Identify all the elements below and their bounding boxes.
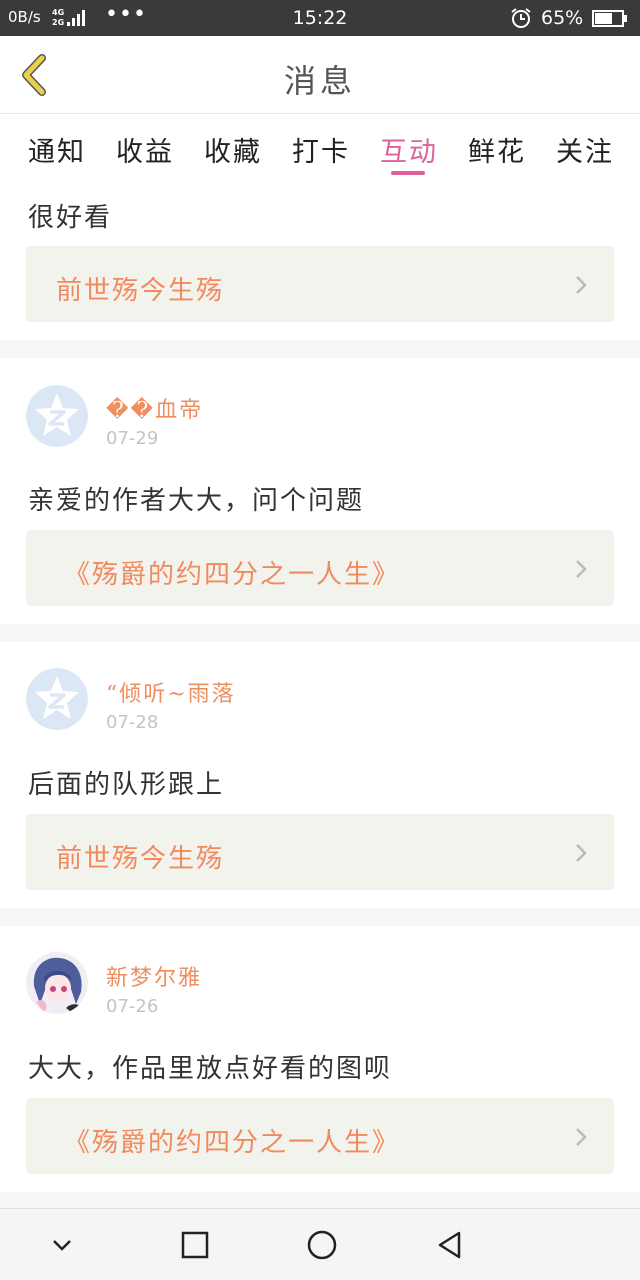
tab-favorites[interactable]: 收藏	[204, 130, 262, 169]
tab-notifications[interactable]: 通知	[28, 130, 86, 169]
work-link[interactable]: 《殇爵的约四分之一人生》	[26, 530, 614, 606]
feed-item: “倾听~雨落 07-28 后面的队形跟上 前世殇今生殇	[0, 642, 640, 908]
username[interactable]: “倾听~雨落	[106, 676, 236, 708]
comment-text: 后面的队形跟上	[28, 770, 225, 800]
comment-text: 亲爱的作者大大，问个问题	[28, 486, 365, 516]
triangle-back-icon[interactable]	[432, 1227, 468, 1263]
username[interactable]: 新梦尔雅	[106, 960, 202, 992]
tab-bar: 通知 收益 收藏 打卡 互动 鲜花 关注	[0, 114, 640, 180]
feed-item: 新梦尔雅 07-26 大大，作品里放点好看的图呗 《殇爵的约四分之一人生》	[0, 926, 640, 1192]
tab-following[interactable]: 关注	[556, 130, 614, 169]
work-link-title: 《殇爵的约四分之一人生》	[64, 560, 401, 590]
chevron-right-icon	[576, 844, 587, 862]
work-link-title: 前世殇今生殇	[56, 844, 225, 874]
active-tab-indicator	[391, 171, 425, 175]
system-nav-bar	[0, 1208, 640, 1280]
tab-interaction[interactable]: 互动	[380, 130, 438, 169]
post-date: 07-26	[106, 996, 159, 1017]
feed-item: ��血帝 07-29 亲爱的作者大大，问个问题 《殇爵的约四分之一人生》	[0, 358, 640, 624]
alarm-icon	[511, 8, 531, 28]
status-bar: 0B/s 4G 2G ••• 15:22 65%	[0, 0, 640, 36]
work-link-title: 前世殇今生殇	[56, 276, 225, 306]
comment-text: 大大，作品里放点好看的图呗	[28, 1054, 393, 1084]
header-bar: 消息	[0, 36, 640, 114]
battery-percent: 65%	[541, 7, 584, 29]
tab-checkin[interactable]: 打卡	[292, 130, 350, 169]
circle-icon[interactable]	[304, 1227, 340, 1263]
chevron-down-icon[interactable]	[44, 1227, 80, 1263]
chevron-right-icon	[576, 560, 587, 578]
work-link[interactable]: 前世殇今生殇	[26, 246, 614, 322]
username[interactable]: ��血帝	[106, 392, 203, 424]
comment-text: 很好看	[28, 203, 113, 233]
avatar[interactable]	[26, 385, 88, 447]
page-title: 消息	[283, 62, 356, 100]
work-link[interactable]: 《殇爵的约四分之一人生》	[26, 1098, 614, 1174]
square-icon[interactable]	[177, 1227, 213, 1263]
default-avatar-icon	[26, 668, 88, 730]
tab-flowers[interactable]: 鲜花	[468, 130, 526, 169]
post-date: 07-29	[106, 428, 159, 449]
work-link-title: 《殇爵的约四分之一人生》	[64, 1128, 401, 1158]
chevron-right-icon	[576, 1128, 587, 1146]
chevron-right-icon	[576, 276, 587, 294]
default-avatar-icon	[26, 385, 88, 447]
feed-item: 很好看 前世殇今生殇	[0, 180, 640, 340]
battery-icon	[592, 10, 627, 27]
post-date: 07-28	[106, 712, 159, 733]
anime-avatar-icon	[26, 952, 88, 1014]
work-link[interactable]: 前世殇今生殇	[26, 814, 614, 890]
tab-earnings[interactable]: 收益	[116, 130, 174, 169]
avatar[interactable]	[26, 668, 88, 730]
avatar[interactable]	[26, 952, 88, 1014]
